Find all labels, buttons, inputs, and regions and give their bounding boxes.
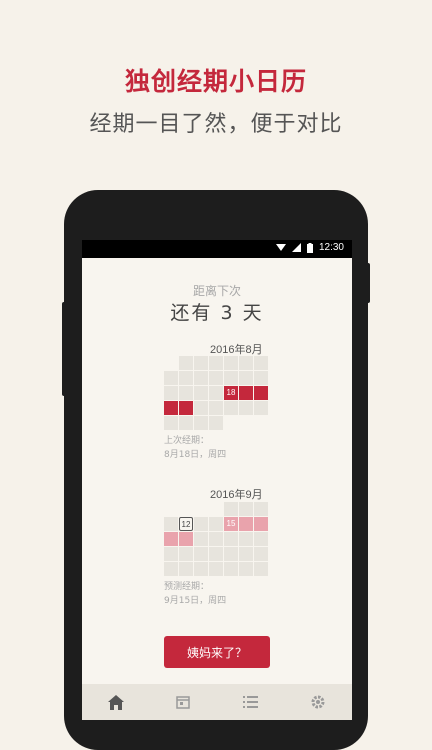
calendar-day <box>194 356 208 370</box>
tab-home[interactable] <box>82 684 150 720</box>
gear-icon <box>311 695 325 709</box>
predicted-period-label: 预测经期： <box>164 582 210 592</box>
calendar-day <box>254 371 268 385</box>
calendar-day <box>179 386 193 400</box>
calendar-day-period <box>239 386 253 400</box>
predicted-period-date: 9月15日，周四 <box>164 596 227 606</box>
calendar-day <box>254 401 268 415</box>
calendar-day <box>239 401 253 415</box>
calendar-day <box>224 547 238 561</box>
calendar-day <box>179 356 193 370</box>
countdown-value: 还有 3 天 <box>170 302 264 324</box>
bottom-tab-bar <box>82 684 352 720</box>
calendar-day <box>164 547 178 561</box>
calendar-day <box>239 502 253 516</box>
calendar-day <box>224 401 238 415</box>
calendar-day <box>254 502 268 516</box>
last-period-label: 上次经期： <box>164 436 210 446</box>
status-bar: 12:30 <box>82 240 352 258</box>
calendar-day <box>254 547 268 561</box>
calendar-day <box>164 416 178 430</box>
calendar-day-predict <box>254 517 268 531</box>
calendar-day <box>224 502 238 516</box>
battery-icon <box>306 242 313 253</box>
calendar-day <box>209 386 223 400</box>
calendar-day <box>209 401 223 415</box>
calendar-day-predict <box>179 532 193 546</box>
signal-icon <box>291 243 301 252</box>
calendar-day <box>164 517 178 531</box>
calendar-day-predict <box>164 532 178 546</box>
calendar-day <box>164 562 178 576</box>
calendar-day <box>209 532 223 546</box>
calendar-icon <box>176 696 190 709</box>
tab-settings[interactable] <box>285 684 353 720</box>
calendar-day <box>209 547 223 561</box>
promo-subtitle: 经期一目了然，便于对比 <box>89 112 343 137</box>
calendar-day-period <box>164 401 178 415</box>
period-started-button[interactable]: 姨妈来了？ <box>164 636 270 668</box>
calendar-day <box>194 416 208 430</box>
home-icon <box>107 694 124 710</box>
calendar-day <box>194 517 208 531</box>
calendar-day <box>179 416 193 430</box>
calendar-day <box>224 356 238 370</box>
tab-list[interactable] <box>217 684 285 720</box>
calendar-day <box>239 547 253 561</box>
calendar-day <box>164 371 178 385</box>
calendar-day-today: 12 <box>179 517 193 531</box>
calendar-day-period <box>179 401 193 415</box>
countdown-label: 距离下次 <box>192 284 241 298</box>
status-time: 12:30 <box>318 242 344 253</box>
tab-calendar[interactable] <box>150 684 218 720</box>
calendar-day-period <box>254 386 268 400</box>
calendar-day <box>179 547 193 561</box>
calendar-day <box>239 356 253 370</box>
month-title: 2016年9月 <box>210 489 263 501</box>
wifi-icon <box>275 244 286 251</box>
calendar-day <box>194 547 208 561</box>
calendar-day <box>239 371 253 385</box>
calendar-day <box>209 517 223 531</box>
calendar-day-predict: 15 <box>224 517 238 531</box>
calendar-day <box>209 562 223 576</box>
calendar-day <box>254 532 268 546</box>
calendar-day <box>254 356 268 370</box>
calendar-day <box>194 562 208 576</box>
month-title: 2016年8月 <box>210 344 263 356</box>
promo-title: 独创经期小日历 <box>124 67 307 96</box>
calendar-day-predict <box>239 517 253 531</box>
calendar-day <box>164 386 178 400</box>
calendar-day <box>239 562 253 576</box>
calendar-day <box>209 416 223 430</box>
calendar-day <box>254 562 268 576</box>
calendar-day <box>209 356 223 370</box>
phone-screen: 12:30 距离下次 还有 3 天 2016年8月 18 上次经期： 8月18日… <box>82 240 352 720</box>
calendar-day <box>209 371 223 385</box>
calendar-day <box>224 562 238 576</box>
calendar-day <box>194 386 208 400</box>
calendar-day <box>194 371 208 385</box>
calendar-day <box>194 532 208 546</box>
calendar-day <box>224 532 238 546</box>
last-period-date: 8月18日，周四 <box>164 450 227 460</box>
calendar-day <box>224 371 238 385</box>
list-icon <box>243 696 259 708</box>
calendar-day <box>239 532 253 546</box>
calendar-day <box>194 401 208 415</box>
calendar-day <box>179 562 193 576</box>
calendar-day <box>179 371 193 385</box>
calendar-day-period: 18 <box>224 386 238 400</box>
